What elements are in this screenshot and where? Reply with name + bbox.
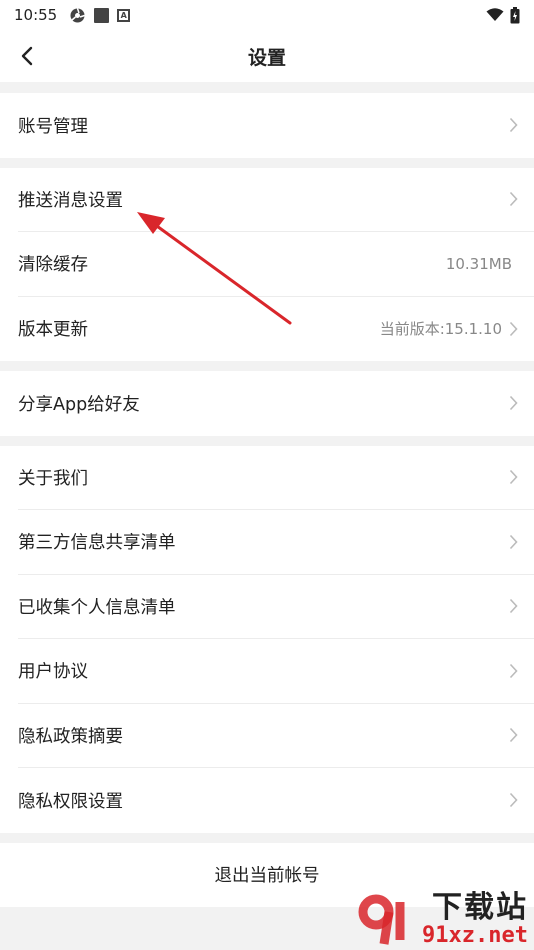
watermark-domain-text: 91xz.net xyxy=(422,923,528,948)
row-label: 账号管理 xyxy=(18,116,88,137)
chevron-right-icon xyxy=(508,534,518,550)
section-gap xyxy=(0,832,534,843)
row-label: 推送消息设置 xyxy=(18,190,123,211)
row-label: 版本更新 xyxy=(18,320,88,341)
watermark-brand-text: 下载站 xyxy=(432,890,528,925)
account-management-row[interactable]: 账号管理 xyxy=(18,93,534,158)
row-label: 第三方信息共享清单 xyxy=(18,533,176,554)
current-version-value: 当前版本:15.1.10 xyxy=(379,320,502,339)
watermark-logo-icon xyxy=(358,894,405,945)
section-gap xyxy=(0,157,534,168)
version-update-row[interactable]: 版本更新 当前版本:15.1.10 xyxy=(18,297,534,362)
push-message-settings-row[interactable]: 推送消息设置 xyxy=(18,168,534,232)
back-arrow-icon xyxy=(21,46,33,66)
general-group: 推送消息设置 清除缓存 10.31MB 版本更新 当前版本:15.1.10 xyxy=(0,167,534,362)
back-button[interactable] xyxy=(12,40,42,72)
account-group: 账号管理 xyxy=(0,93,534,158)
row-label: 分享App给好友 xyxy=(18,394,140,415)
battery-icon xyxy=(510,6,520,23)
section-gap xyxy=(0,435,534,446)
row-label: 隐私权限设置 xyxy=(18,791,123,812)
section-gap xyxy=(0,82,534,93)
chevron-right-icon xyxy=(508,663,518,679)
row-label: 关于我们 xyxy=(18,468,88,489)
about-us-row[interactable]: 关于我们 xyxy=(18,446,534,510)
nav-bar: 设置 xyxy=(0,30,534,82)
privacy-permission-settings-row[interactable]: 隐私权限设置 xyxy=(18,768,534,833)
collected-info-list-row[interactable]: 已收集个人信息清单 xyxy=(18,575,534,639)
chevron-right-icon xyxy=(508,117,518,133)
chevron-right-icon xyxy=(508,469,518,485)
privacy-policy-summary-row[interactable]: 隐私政策摘要 xyxy=(18,704,534,768)
clear-cache-row[interactable]: 清除缓存 10.31MB xyxy=(18,232,534,297)
logout-label: 退出当前帐号 xyxy=(214,866,320,886)
chevron-right-icon xyxy=(508,321,518,337)
row-label: 隐私政策摘要 xyxy=(18,726,123,747)
cache-size-value: 10.31MB xyxy=(445,254,512,273)
status-system-icons xyxy=(486,6,520,24)
row-label: 清除缓存 xyxy=(18,255,88,276)
third-party-sharing-list-row[interactable]: 第三方信息共享清单 xyxy=(18,510,534,575)
square-notification-icon xyxy=(94,7,110,23)
chevron-right-icon xyxy=(508,727,518,743)
share-group: 分享App给好友 xyxy=(0,371,534,436)
share-app-row[interactable]: 分享App给好友 xyxy=(18,371,534,436)
page-title: 设置 xyxy=(247,46,286,69)
a-notification-icon: A xyxy=(117,8,131,22)
row-label: 已收集个人信息清单 xyxy=(18,597,176,618)
section-gap xyxy=(0,361,534,371)
status-time: 10:55 xyxy=(14,6,58,24)
app-notification-icon xyxy=(70,7,85,22)
chevron-right-icon xyxy=(508,598,518,614)
wifi-icon xyxy=(486,8,504,21)
status-notification-icons: A xyxy=(69,7,131,24)
watermark: 下载站 91xz.net xyxy=(356,892,528,948)
user-agreement-row[interactable]: 用户协议 xyxy=(18,639,534,704)
chevron-right-icon xyxy=(508,792,518,808)
chevron-right-icon xyxy=(508,395,518,411)
status-bar: 10:55 A xyxy=(0,0,534,30)
row-label: 用户协议 xyxy=(18,662,88,683)
chevron-right-icon xyxy=(508,191,518,207)
about-group: 关于我们 第三方信息共享清单 已收集个人信息清单 用户协议 隐私政策摘要 隐私权… xyxy=(0,445,534,833)
